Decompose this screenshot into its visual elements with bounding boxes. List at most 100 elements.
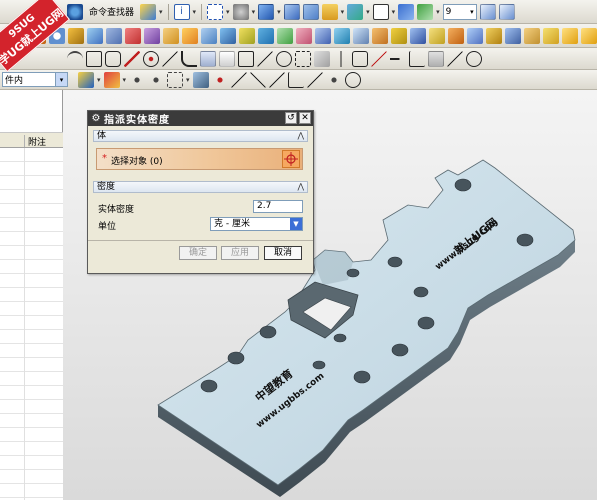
chevron-down-icon[interactable]: ▾ (123, 76, 127, 84)
select-icon[interactable] (78, 71, 94, 88)
chevron-down-icon[interactable]: ▾ (341, 8, 345, 16)
dimension-icon[interactable] (200, 50, 216, 67)
point-icon[interactable] (143, 50, 159, 67)
cone-icon[interactable] (391, 27, 407, 44)
cube-shaded-icon[interactable] (283, 3, 300, 20)
chevron-down-icon[interactable]: ▾ (436, 8, 440, 16)
revolve-icon[interactable] (87, 27, 103, 44)
offset-icon[interactable] (296, 27, 312, 44)
mirror-curve-icon[interactable] (333, 50, 349, 67)
subtract-icon[interactable] (486, 27, 502, 44)
select-object-row[interactable]: * 选择对象 (0) (96, 148, 303, 170)
dialog-titlebar[interactable]: ⚙ 指派实体密度 ↺ ✕ (88, 111, 313, 126)
intersect-icon[interactable] (505, 27, 521, 44)
snap-point-icon[interactable] (103, 71, 120, 88)
existing-point-icon[interactable] (249, 71, 266, 88)
intersection-icon[interactable] (192, 71, 209, 88)
sketch-icon[interactable] (581, 27, 597, 44)
chevron-down-icon[interactable]: ▾ (252, 8, 256, 16)
sphere-icon[interactable] (410, 27, 426, 44)
command-finder-button[interactable]: 命令查找器 (89, 5, 134, 18)
pattern-curve-icon[interactable] (352, 50, 368, 67)
tangent-icon[interactable] (344, 71, 361, 88)
chevron-down-icon[interactable]: ▾ (159, 8, 163, 16)
polygon-icon[interactable] (105, 50, 121, 67)
quick-trim-icon[interactable] (428, 50, 444, 67)
crosshair-select-icon[interactable] (282, 150, 300, 168)
section-density-header[interactable]: 密度 ⋀ (93, 181, 308, 193)
pole-icon[interactable] (325, 71, 342, 88)
chevron-down-icon[interactable]: ▾ (186, 76, 190, 84)
feature-icon[interactable] (258, 27, 274, 44)
layer-settings-icon[interactable] (479, 3, 496, 20)
arrow-icon[interactable] (417, 3, 434, 20)
extend-icon[interactable] (390, 50, 406, 67)
edge-icon[interactable] (543, 27, 559, 44)
layer-select[interactable]: 9 ▾ (442, 3, 477, 20)
cube-blue-icon[interactable] (258, 3, 275, 20)
mid-point-icon[interactable] (148, 71, 165, 88)
tube-icon[interactable] (429, 27, 445, 44)
rect-icon[interactable] (86, 50, 102, 67)
reset-icon[interactable]: ↺ (285, 112, 297, 124)
unit-select[interactable]: 克 - 厘米 ▼ (210, 217, 303, 231)
pattern-icon[interactable] (201, 27, 217, 44)
chevron-down-icon[interactable]: ▾ (366, 8, 370, 16)
corner-icon[interactable] (409, 50, 425, 67)
face-icon[interactable] (562, 27, 578, 44)
sew-icon[interactable] (239, 27, 255, 44)
cancel-button[interactable]: 取消 (264, 246, 302, 260)
unite-icon[interactable] (467, 27, 483, 44)
chamfer-icon[interactable] (144, 27, 160, 44)
snap-icon[interactable] (140, 3, 157, 20)
project-icon[interactable] (314, 50, 330, 67)
gear-icon[interactable]: ⚙ (90, 113, 102, 125)
boolean-icon[interactable] (448, 27, 464, 44)
chevron-down-icon[interactable]: ▾ (226, 8, 230, 16)
square-view-icon[interactable] (372, 3, 389, 20)
shell-icon[interactable] (163, 27, 179, 44)
navigator-rows[interactable] (0, 148, 63, 500)
quadrant-icon[interactable] (230, 71, 247, 88)
thicken-icon[interactable] (315, 27, 331, 44)
column-header-note[interactable]: 附注 (24, 135, 46, 148)
palette-icon[interactable] (347, 3, 364, 20)
analysis-icon[interactable] (276, 50, 292, 67)
density-input[interactable]: 2.7 (253, 200, 303, 213)
wire-icon[interactable] (232, 3, 249, 20)
chevron-down-icon[interactable]: ▾ (392, 8, 396, 16)
block-icon[interactable] (372, 27, 388, 44)
on-curve-icon[interactable] (268, 71, 285, 88)
info-icon[interactable]: i (173, 3, 190, 20)
datum-icon[interactable] (334, 27, 350, 44)
section-body-header[interactable]: 体 ⋀ (93, 130, 308, 142)
text-icon[interactable] (238, 50, 254, 67)
spline-icon[interactable] (124, 50, 140, 67)
control-point-icon[interactable] (167, 71, 184, 88)
chevron-down-icon[interactable]: ▾ (277, 8, 281, 16)
layer-visible-icon[interactable] (498, 3, 515, 20)
apply-button[interactable]: 应用 (221, 246, 259, 260)
selection-filter-select[interactable]: 件内 ▾ (2, 72, 68, 87)
fillet-icon[interactable] (181, 50, 197, 67)
surface-icon[interactable] (277, 27, 293, 44)
offset-curve-icon[interactable] (295, 50, 311, 67)
trim-curve-icon[interactable] (371, 50, 387, 67)
intersect-curve-icon[interactable] (466, 50, 482, 67)
trim-icon[interactable] (220, 27, 236, 44)
chevron-down-icon[interactable]: ▾ (97, 76, 101, 84)
end-point-icon[interactable] (129, 71, 146, 88)
line-icon[interactable] (162, 50, 178, 67)
center-icon[interactable] (211, 71, 228, 88)
sweep-icon[interactable] (125, 27, 141, 44)
bounding-icon[interactable] (306, 71, 323, 88)
extrude-icon[interactable] (68, 27, 84, 44)
close-icon[interactable]: ✕ (299, 112, 311, 124)
command-finder-icon[interactable] (67, 3, 83, 20)
blend-icon[interactable] (106, 27, 122, 44)
render-icon[interactable] (302, 3, 319, 20)
constraint-icon[interactable] (219, 50, 235, 67)
measure-icon[interactable] (257, 50, 273, 67)
chevron-down-icon[interactable]: ▾ (193, 8, 197, 16)
draft-icon[interactable] (524, 27, 540, 44)
